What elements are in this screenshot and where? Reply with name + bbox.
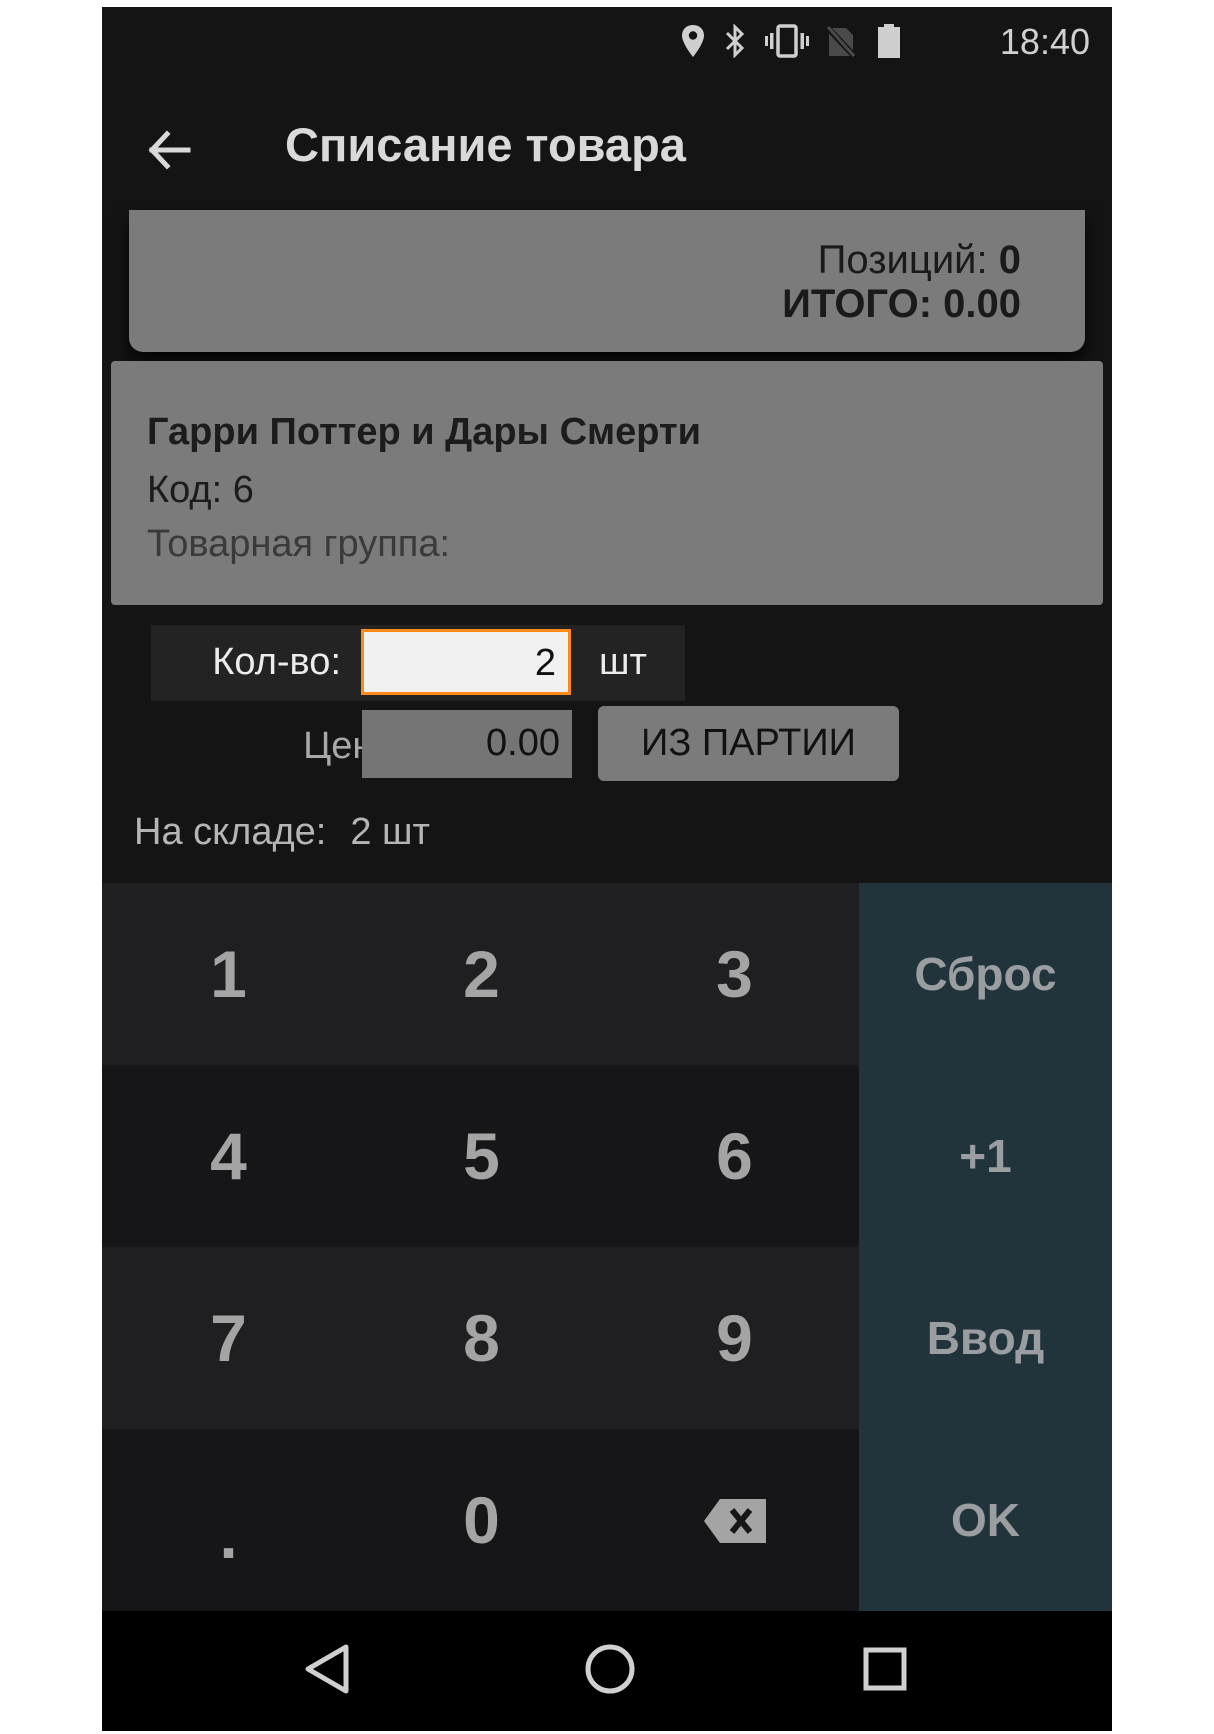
key-0[interactable]: 0 (355, 1429, 608, 1611)
arrow-left-icon[interactable] (142, 120, 202, 180)
home-circle-icon[interactable] (582, 1641, 638, 1702)
stock-value: 2 шт (350, 811, 430, 853)
quantity-row: Кол-во: 2 шт (151, 625, 685, 701)
totals-card: Позиций: 0 ИТОГО: 0.00 (129, 210, 1085, 352)
page-title: Списание товара (285, 118, 686, 171)
app-bar: Списание товара (102, 77, 1112, 217)
key-4[interactable]: 4 (102, 1065, 355, 1247)
status-time: 18:40 (999, 21, 1090, 62)
no-sim-icon (824, 24, 858, 63)
positions-value: 0 (998, 238, 1021, 282)
key-1[interactable]: 1 (102, 883, 355, 1065)
recents-square-icon[interactable] (860, 1641, 910, 1702)
positions-label: Позиций: (817, 238, 988, 282)
product-group: Товарная группа: (147, 523, 451, 565)
enter-key[interactable]: Ввод (859, 1247, 1112, 1429)
quantity-unit: шт (599, 641, 647, 683)
stock-row: На складе: 2 шт (134, 811, 430, 854)
product-name: Гарри Поттер и Дары Смерти (147, 411, 701, 453)
positions-line: Позиций: 0 (818, 238, 1021, 283)
numeric-keypad: 1 2 3 Сброс 4 5 6 +1 7 8 9 Ввод . 0 OK (102, 883, 1112, 1611)
bluetooth-icon (722, 23, 748, 63)
phone-screen: 18:40 Списание товара Позиций: 0 ИТОГО: … (102, 7, 1112, 1731)
back-triangle-icon[interactable] (302, 1641, 352, 1702)
key-2[interactable]: 2 (355, 883, 608, 1065)
reset-key[interactable]: Сброс (859, 883, 1112, 1065)
key-decimal[interactable]: . (102, 1429, 355, 1611)
total-label: ИТОГО: (782, 282, 933, 326)
total-line: ИТОГО: 0.00 (782, 282, 1021, 327)
vibrate-icon (765, 24, 809, 63)
status-bar: 18:40 (102, 7, 1112, 77)
navigation-bar (102, 1611, 1112, 1731)
backspace-icon (703, 1482, 766, 1558)
product-code: Код: 6 (147, 469, 254, 511)
location-icon (680, 24, 706, 63)
key-7[interactable]: 7 (102, 1247, 355, 1429)
key-5[interactable]: 5 (355, 1065, 608, 1247)
key-3[interactable]: 3 (608, 883, 861, 1065)
product-card: Гарри Поттер и Дары Смерти Код: 6 Товарн… (111, 361, 1103, 605)
total-value: 0.00 (943, 282, 1021, 326)
plus-one-key[interactable]: +1 (859, 1065, 1112, 1247)
backspace-key[interactable] (608, 1429, 861, 1611)
from-batch-button[interactable]: ИЗ ПАРТИИ (598, 706, 899, 781)
key-8[interactable]: 8 (355, 1247, 608, 1429)
price-input[interactable]: 0.00 (362, 710, 572, 778)
stock-label: На складе: (134, 811, 327, 853)
key-9[interactable]: 9 (608, 1247, 861, 1429)
key-6[interactable]: 6 (608, 1065, 861, 1247)
quantity-input[interactable]: 2 (361, 629, 571, 695)
ok-key[interactable]: OK (859, 1429, 1112, 1611)
battery-icon (877, 24, 901, 63)
quantity-label: Кол-во: (212, 641, 341, 683)
